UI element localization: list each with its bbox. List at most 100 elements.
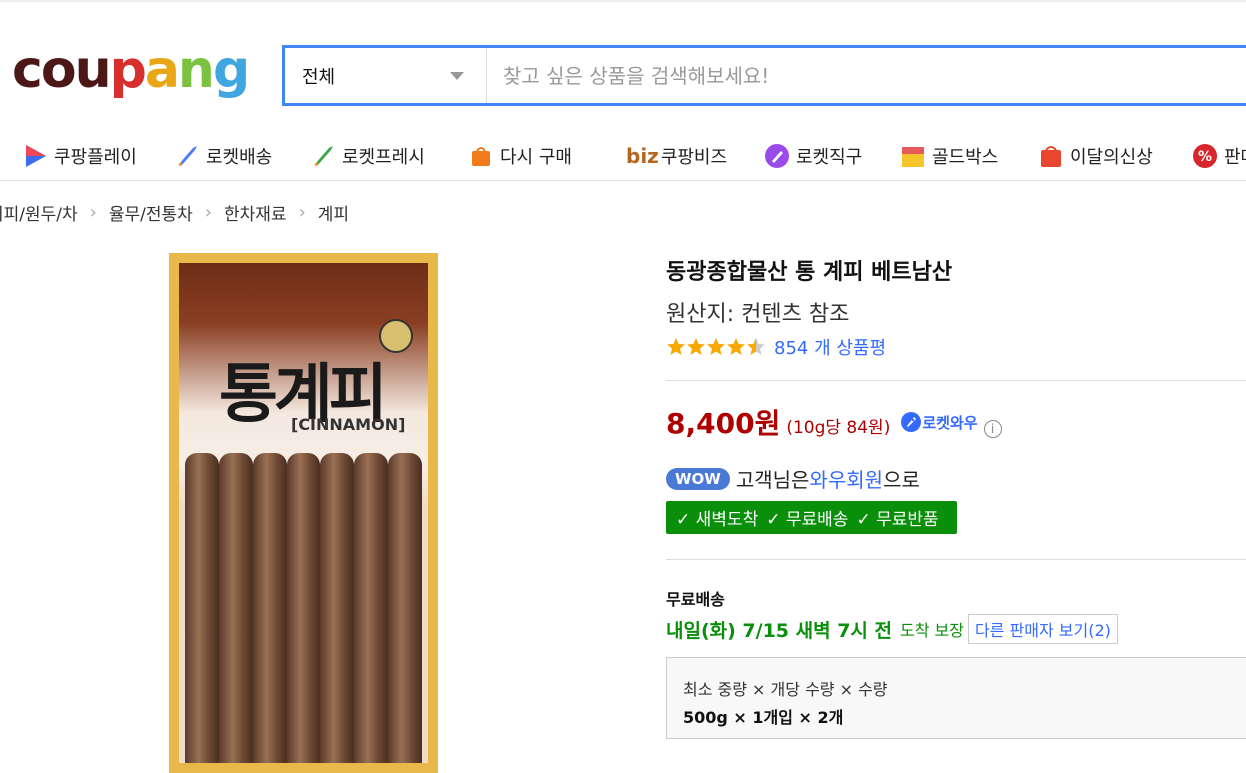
cinnamon-stick: [354, 453, 389, 763]
nav-item[interactable]: 이달의신상: [1036, 140, 1153, 172]
breadcrumb-link[interactable]: 율무/전통차: [109, 200, 193, 225]
nav-item-label: 로켓직구: [796, 147, 863, 168]
category-nav: 쿠팡플레이 로켓배송 로켓프레시 다시 구매 biz 쿠팡비즈 로켓직구 골드박스 이달의신상%…: [0, 132, 1246, 180]
logo-letter: a: [144, 40, 180, 100]
logo-letter: u: [74, 40, 112, 100]
svg-text:%: %: [1198, 149, 1212, 165]
product-image-subtitle: [CINNAMON]: [291, 415, 406, 434]
product-image-inner: 통계피 [CINNAMON]: [179, 263, 428, 763]
wow-badge: WOW: [666, 467, 730, 490]
divider: [666, 559, 1246, 560]
info-icon[interactable]: i: [983, 420, 1002, 438]
cinnamon-stick: [218, 453, 253, 763]
unit-price: (10g당 84원): [786, 418, 891, 438]
option-box[interactable]: 최소 중량 × 개당 수량 × 수량 500g × 1개입 × 2개: [666, 657, 1246, 739]
nav-item-label: 이달의신상: [1070, 147, 1153, 168]
rating-stars: [666, 337, 766, 357]
rocket-wow-badge: 로켓와우: [900, 411, 978, 433]
star-icon: [726, 337, 746, 357]
rocket-icon: [172, 141, 202, 171]
wow-member-line: WOW 고객님은 와우회원 으로: [666, 464, 920, 493]
search-input[interactable]: [487, 48, 1246, 103]
shipping-title: 무료배송: [666, 590, 725, 609]
nav-item[interactable]: 로켓직구: [762, 140, 862, 172]
price: 8,400원: [666, 407, 781, 440]
nav-item-label: 로켓배송: [206, 147, 273, 168]
star-icon: [666, 337, 686, 357]
breadcrumb-link[interactable]: 계피: [318, 200, 349, 225]
cinnamon-stick: [252, 453, 287, 763]
benefit-label: ✓ 무료반품: [856, 510, 939, 530]
breadcrumb-link[interactable]: 커피/원두/차: [0, 200, 78, 225]
logo-letter: g: [212, 40, 250, 100]
logo-letter: p: [109, 40, 147, 100]
coupang-logo[interactable]: coupang: [12, 40, 250, 108]
wow-text-post: 으로: [883, 468, 920, 492]
wow-member-link[interactable]: 와우회원: [809, 464, 883, 493]
benefit-label: ✓ 무료배송: [766, 510, 849, 530]
nav-item-label: 골드박스: [932, 147, 999, 168]
rocket-global-icon: [762, 141, 792, 171]
chevron-right-icon: ›: [89, 202, 97, 223]
biz-icon: biz: [626, 144, 659, 168]
category-select-value: 전체: [302, 66, 336, 88]
rocket-fresh-icon: [308, 141, 338, 171]
product-image[interactable]: 통계피 [CINNAMON]: [169, 253, 438, 773]
nav-item-label: 쿠팡비즈: [660, 147, 728, 168]
cinnamon-stick: [286, 453, 321, 763]
cinnamon-stick: [185, 453, 219, 763]
percent-icon: %: [1190, 141, 1220, 171]
wow-benefits-box: ✓ 새벽도착 ✓ 무료배송 ✓ 무료반품: [666, 501, 957, 534]
cinnamon-stick: [388, 453, 423, 763]
play-icon: [20, 141, 50, 171]
nav-item[interactable]: 로켓프레시: [308, 140, 425, 172]
top-border: [0, 0, 1246, 2]
chevron-right-icon: ›: [204, 202, 212, 223]
option-label: 최소 중량 × 개당 수량 × 수량: [683, 680, 888, 699]
new-bag-icon: [1036, 141, 1066, 171]
nav-item[interactable]: % 판매: [1190, 140, 1246, 172]
price-row: 8,400원 (10g당 84원) 로켓와우 i: [666, 402, 1002, 442]
shipping-line: 내일(화) 7/15 새벽 7시 전 도착 보장 다른 판매자 보기(2): [666, 614, 1118, 644]
breadcrumb: 커피/원두/차 › 율무/전통차 › 한차재료 › 계피: [0, 200, 349, 225]
quality-seal-icon: [379, 319, 413, 353]
nav-item[interactable]: biz 쿠팡비즈: [626, 140, 727, 172]
chevron-right-icon: ›: [298, 202, 306, 223]
rating-row: 854 개 상품평: [666, 334, 886, 360]
breadcrumb-link[interactable]: 한차재료: [224, 200, 287, 225]
star-icon: [706, 337, 726, 357]
category-select[interactable]: 전체: [285, 48, 487, 103]
divider: [666, 380, 1246, 381]
nav-item[interactable]: 로켓배송: [172, 140, 272, 172]
cinnamon-stick: [320, 453, 355, 763]
nav-item-label: 판매: [1224, 147, 1246, 168]
benefit-label: ✓ 새벽도착: [676, 510, 759, 530]
product-origin: 원산지: 컨텐츠 참조: [666, 302, 850, 327]
option-value: 500g × 1개입 × 2개: [683, 708, 844, 727]
nav-item-label: 로켓프레시: [342, 147, 425, 168]
nav-item[interactable]: 다시 구매: [466, 140, 572, 172]
rocket-icon: [901, 412, 922, 432]
search-bar: 전체: [282, 45, 1246, 106]
rocket-wow-label: 로켓와우: [922, 413, 978, 432]
cinnamon-sticks: [179, 453, 428, 763]
nav-item-label: 쿠팡플레이: [54, 147, 137, 168]
logo-letter: o: [40, 40, 77, 100]
star-icon: [686, 337, 706, 357]
other-sellers-button[interactable]: 다른 판매자 보기(2): [967, 614, 1118, 644]
review-count-link[interactable]: 854 개 상품평: [774, 334, 886, 360]
goldbox-icon: [898, 141, 928, 171]
shipping-note: 도착 보장: [900, 621, 964, 640]
product-name: 동광종합물산 통 계피 베트남산: [666, 260, 953, 285]
shipping-date: 내일(화) 7/15 새벽 7시 전: [666, 619, 893, 642]
nav-item[interactable]: 골드박스: [898, 140, 998, 172]
logo-letter: c: [12, 40, 43, 100]
chevron-down-icon: [450, 72, 464, 80]
nav-item[interactable]: 쿠팡플레이: [20, 140, 137, 172]
star-icon: [746, 337, 766, 357]
rebuy-bag-icon: [466, 141, 496, 171]
wow-text-pre: 고객님은: [735, 468, 810, 492]
nav-divider: [0, 180, 1246, 181]
nav-item-label: 다시 구매: [500, 147, 572, 168]
logo-letter: n: [177, 40, 215, 100]
